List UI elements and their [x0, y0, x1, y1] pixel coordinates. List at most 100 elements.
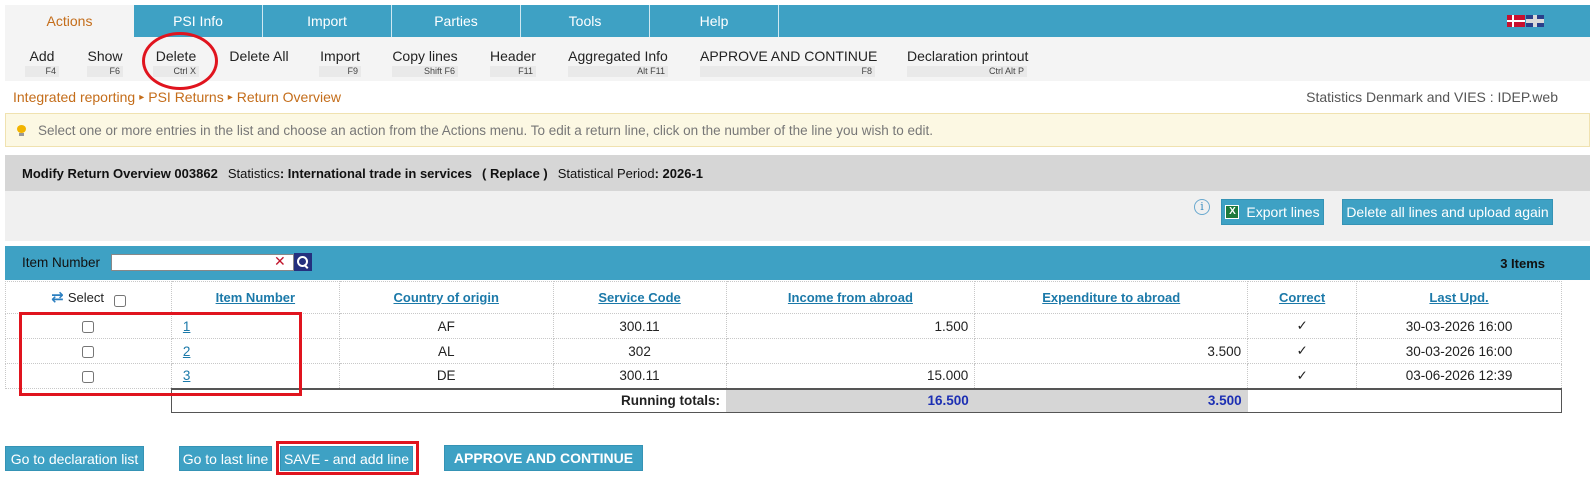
- breadcrumb-psi-returns[interactable]: PSI Returns: [148, 89, 223, 105]
- tab-psi-info[interactable]: PSI Info: [134, 5, 263, 37]
- service-code-cell: 300.11: [552, 313, 727, 339]
- return-header-panel: Modify Return Overview 003862 Statistics…: [5, 155, 1590, 191]
- delete-highlight-circle: [142, 32, 218, 90]
- aggregated-info-shortcut: Alt F11: [568, 66, 668, 77]
- clear-filter-icon[interactable]: ✕: [274, 253, 286, 270]
- item-number-header[interactable]: Item Number: [170, 281, 340, 314]
- country-cell: DE: [338, 363, 554, 389]
- action-toolbar: Add F4 Show F6 Delete Ctrl X Delete All …: [5, 37, 1590, 81]
- approve-continue-action[interactable]: APPROVE AND CONTINUE F8: [700, 48, 878, 80]
- delete-all-action-label: Delete All: [229, 48, 289, 64]
- add-action[interactable]: Add F4: [25, 48, 59, 80]
- country-cell: AL: [338, 338, 554, 364]
- service-code-cell: 300.11: [552, 363, 727, 389]
- aggregated-info-action[interactable]: Aggregated Info Alt F11: [568, 48, 668, 80]
- correct-header[interactable]: Correct: [1247, 281, 1358, 314]
- approve-continue-shortcut: F8: [700, 66, 875, 77]
- period-value: : 2026-1: [654, 165, 704, 181]
- income-from-abroad-header[interactable]: Income from abroad: [725, 281, 976, 314]
- copy-lines-action-label: Copy lines: [392, 48, 458, 64]
- last-updated-header[interactable]: Last Upd.: [1356, 281, 1562, 314]
- check-icon: ✓: [1247, 338, 1358, 364]
- declaration-printout-action-label: Declaration printout: [907, 48, 1029, 64]
- header-action[interactable]: Header F11: [490, 48, 536, 80]
- total-income: 16.500: [726, 387, 975, 413]
- show-action-label: Show: [87, 48, 123, 64]
- excel-icon: X: [1225, 205, 1240, 219]
- tab-actions[interactable]: Actions: [5, 5, 134, 37]
- declaration-printout-shortcut: Ctrl Alt P: [907, 66, 1027, 77]
- add-action-label: Add: [29, 48, 55, 64]
- return-mode: ( Replace ): [482, 165, 548, 181]
- check-icon: ✓: [1247, 313, 1358, 339]
- country-of-origin-header[interactable]: Country of origin: [338, 281, 554, 314]
- select-label: Select: [67, 289, 104, 305]
- export-lines-button[interactable]: X Export lines: [1221, 199, 1324, 225]
- import-action-label: Import: [320, 48, 360, 64]
- breadcrumb-separator-icon: ▸: [139, 91, 145, 103]
- english-flag-icon[interactable]: [1526, 15, 1544, 27]
- export-lines-label: Export lines: [1246, 204, 1320, 220]
- tab-help[interactable]: Help: [650, 5, 779, 37]
- delete-all-upload-button[interactable]: Delete all lines and upload again: [1342, 199, 1553, 225]
- tab-tools[interactable]: Tools: [521, 5, 650, 37]
- show-action[interactable]: Show F6: [87, 48, 123, 80]
- service-code-header[interactable]: Service Code: [552, 281, 727, 314]
- copy-lines-action[interactable]: Copy lines Shift F6: [392, 48, 458, 80]
- filter-bar: Item Number ✕ 3 Items: [5, 246, 1590, 280]
- add-shortcut: F4: [25, 66, 59, 77]
- info-message-bar: Select one or more entries in the list a…: [5, 113, 1590, 147]
- expenditure-to-abroad-header[interactable]: Expenditure to abroad: [974, 281, 1249, 314]
- expenditure-cell: [974, 363, 1249, 389]
- approve-and-continue-button[interactable]: APPROVE AND CONTINUE: [444, 445, 643, 471]
- copy-lines-shortcut: Shift F6: [392, 66, 458, 77]
- header-shortcut: F11: [490, 66, 536, 77]
- table-header-row: ⇄ Select Item Number Country of origin Se…: [5, 281, 1562, 314]
- total-expenditure: 3.500: [974, 387, 1248, 413]
- search-icon[interactable]: [294, 253, 312, 271]
- import-action[interactable]: Import F9: [319, 48, 361, 80]
- statistics-value: : International trade in services: [279, 165, 473, 181]
- breadcrumb-separator-icon: ▸: [227, 91, 233, 103]
- approve-continue-action-label: APPROVE AND CONTINUE: [700, 48, 878, 64]
- select-all-checkbox[interactable]: [113, 295, 126, 308]
- statistics-label: Statistics: [227, 165, 280, 181]
- check-icon: ✓: [1247, 363, 1358, 389]
- expenditure-cell: [974, 313, 1249, 339]
- go-to-last-line-button[interactable]: Go to last line: [179, 446, 272, 471]
- delete-all-action[interactable]: Delete All: [228, 48, 290, 80]
- lightbulb-icon: [17, 124, 26, 136]
- language-selector: [1507, 15, 1544, 27]
- income-cell: [725, 338, 976, 364]
- rows-highlight-box: [19, 312, 302, 396]
- item-count: 3 Items: [1500, 256, 1545, 271]
- expenditure-cell: 3.500: [974, 338, 1249, 364]
- last-updated-cell: 30-03-2026 16:00: [1356, 338, 1562, 364]
- danish-flag-icon[interactable]: [1507, 15, 1525, 27]
- last-updated-cell: 03-06-2026 12:39: [1356, 363, 1562, 389]
- period-label: Statistical Period: [557, 165, 655, 181]
- declaration-printout-action[interactable]: Declaration printout Ctrl Alt P: [907, 48, 1029, 80]
- select-header: ⇄ Select: [5, 281, 172, 314]
- refresh-icon[interactable]: ⇄: [51, 289, 64, 306]
- app-title: Statistics Denmark and VIES : IDEP.web: [1306, 89, 1558, 105]
- country-cell: AF: [338, 313, 554, 339]
- main-tab-bar: Actions PSI Info Import Parties Tools He…: [5, 5, 1590, 37]
- item-number-filter-input[interactable]: [111, 254, 294, 271]
- return-title: Modify Return Overview 003862: [22, 165, 218, 181]
- income-cell: 1.500: [725, 313, 976, 339]
- save-highlight-box: [276, 441, 419, 475]
- tab-parties[interactable]: Parties: [392, 5, 521, 37]
- income-cell: 15.000: [725, 363, 976, 389]
- show-shortcut: F6: [87, 66, 123, 77]
- header-action-label: Header: [490, 48, 536, 64]
- info-icon[interactable]: i: [1194, 199, 1210, 215]
- tab-import[interactable]: Import: [263, 5, 392, 37]
- last-updated-cell: 30-03-2026 16:00: [1356, 313, 1562, 339]
- service-code-cell: 302: [552, 338, 727, 364]
- go-to-declaration-list-button[interactable]: Go to declaration list: [5, 446, 144, 471]
- filter-label: Item Number: [22, 255, 101, 270]
- aggregated-info-action-label: Aggregated Info: [568, 48, 668, 64]
- breadcrumb-integrated-reporting[interactable]: Integrated reporting: [13, 89, 135, 105]
- import-shortcut: F9: [319, 66, 361, 77]
